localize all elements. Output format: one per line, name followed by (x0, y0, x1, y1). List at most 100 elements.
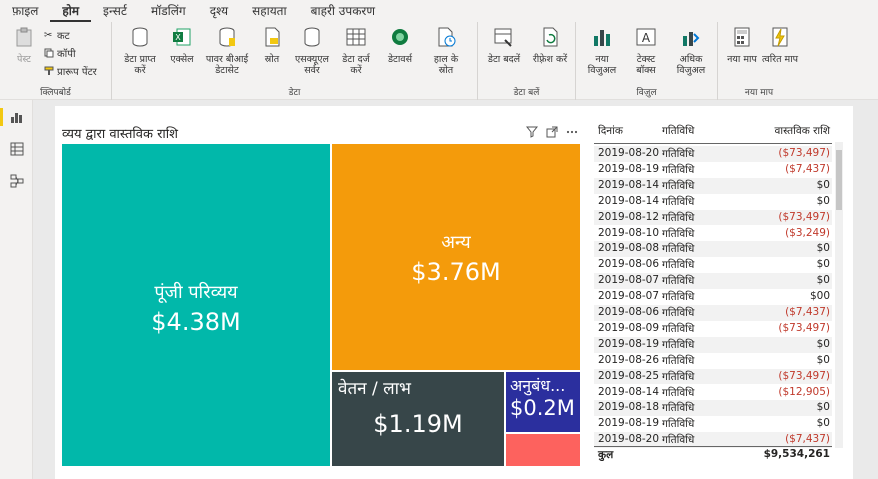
cell-activity: गतिविधि (662, 259, 695, 272)
tile-salary-benefits[interactable]: वेतन / लाभ $1.19M (332, 372, 504, 466)
table-row[interactable]: 2019-08-25 गतिविधि ($73,497) (594, 368, 832, 385)
cell-activity: गतिविधि (662, 195, 695, 208)
tab-help[interactable]: सहायता (240, 0, 299, 22)
cell-date: 2019-08-14 (598, 385, 660, 398)
dataverse-icon (392, 29, 408, 45)
text-box-button[interactable]: A टेक्स्ट बॉक्स (626, 26, 666, 76)
cell-date: 2019-08-06 (598, 306, 660, 318)
total-value: $9,534,261 (763, 448, 830, 460)
tab-file[interactable]: फ़ाइल (0, 0, 50, 22)
table-row[interactable]: 2019-08-14 गतिविधि $0 (594, 194, 832, 210)
tile-capital-outlay[interactable]: पूंजी परिव्यय $4.38M (62, 144, 330, 466)
quick-measure-button[interactable]: त्वरित माप (760, 26, 800, 65)
cell-activity: गतिविधि (662, 179, 695, 192)
source-button[interactable]: स्रोत (252, 26, 292, 65)
sql-server-icon (304, 27, 320, 47)
new-measure-button[interactable]: नया माप (722, 26, 762, 65)
table-row[interactable]: 2019-08-14 गतिविधि ($12,905) (594, 385, 832, 401)
cell-activity: गतिविधि (662, 386, 695, 399)
excel-button[interactable]: X एक्सेल (162, 26, 202, 65)
cell-activity: गतिविधि (662, 148, 695, 160)
cell-date: 2019-08-07 (598, 274, 660, 287)
tab-external-tools[interactable]: बाहरी उपकरण (299, 0, 387, 22)
focus-mode-icon[interactable] (546, 126, 558, 138)
table-visual[interactable]: दिनांक गतिविधि वास्तविक राशि 2019-08-20 ग… (594, 120, 846, 465)
cell-date: 2019-08-26 (598, 353, 660, 366)
transform-data-button[interactable]: डेटा बदलें (484, 26, 524, 65)
table-row[interactable]: 2019-08-12 गतिविधि ($73,497) (594, 209, 832, 226)
table-row[interactable]: 2019-08-18 गतिविधि $0 (594, 400, 832, 417)
cell-activity: गतिविधि (662, 307, 695, 319)
table-row[interactable]: 2019-08-06 गतिविधि ($7,437) (594, 305, 832, 321)
tile-small-category[interactable] (506, 434, 580, 466)
text-box-icon: A (636, 28, 656, 46)
pbi-dataset-button[interactable]: पावर बीआई डेटासेट (202, 26, 252, 76)
table-row[interactable]: 2019-08-09 गतिविधि ($73,497) (594, 321, 832, 337)
more-options-icon[interactable] (566, 126, 578, 138)
table-row[interactable]: 2019-08-19 गतिविधि $0 (594, 416, 832, 432)
table-row[interactable]: 2019-08-10 गतिविधि ($3,249) (594, 226, 832, 242)
cell-amount: ($73,497) (778, 321, 830, 334)
refresh-button[interactable]: रीफ़्रेश करें (530, 26, 570, 65)
cell-activity: गतिविधि (662, 322, 695, 335)
cell-activity: गतिविधि (662, 402, 695, 415)
tab-view[interactable]: दृश्य (198, 0, 240, 22)
visual-header-icons (526, 126, 578, 138)
table-row[interactable]: 2019-08-06 गतिविधि $0 (594, 257, 832, 273)
table-row[interactable]: 2019-08-07 गतिविधि $0 (594, 273, 832, 290)
recent-sources-button[interactable]: हाल के स्रोत (426, 26, 466, 76)
table-row[interactable]: 2019-08-26 गतिविधि $0 (594, 353, 832, 369)
insert-visuals-group: नया विजुअल A टेक्स्ट बॉक्स अधिक विजुअल व… (576, 22, 718, 100)
model-view-icon[interactable] (10, 174, 24, 188)
cell-activity: गतिविधि (662, 370, 695, 383)
lightning-calculator-icon (772, 27, 788, 47)
more-visuals-button[interactable]: अधिक विजुअल (668, 26, 714, 76)
column-header-activity[interactable]: गतिविधि (662, 124, 694, 138)
cell-activity: गतिविधि (662, 227, 695, 240)
svg-text:X: X (175, 33, 181, 42)
table-row[interactable]: 2019-08-08 गतिविधि $0 (594, 241, 832, 258)
column-header-date[interactable]: दिनांक (598, 124, 623, 138)
cell-date: 2019-08-09 (598, 321, 660, 334)
table-row[interactable]: 2019-08-19 गतिविधि ($7,437) (594, 162, 832, 178)
new-visual-button[interactable]: नया विजुअल (582, 26, 622, 76)
cell-date: 2019-08-08 (598, 242, 660, 255)
cell-date: 2019-08-06 (598, 258, 660, 271)
cut-button[interactable]: ✂ कट (44, 28, 70, 42)
cell-date: 2019-08-07 (598, 290, 660, 303)
ribbon: पेस्ट ✂ कट कॉपी प्रारूप पेंटर क्लिपबोर्ड (0, 22, 878, 100)
view-rail (0, 100, 33, 479)
sql-server-button[interactable]: एसक्यूएल सर्वर (290, 26, 334, 76)
treemap-visual[interactable]: व्यय द्वारा वास्तविक राशि पूंजी परिव्यय … (56, 120, 584, 472)
tab-home[interactable]: होम (50, 0, 92, 22)
tab-modeling[interactable]: मॉडलिंग (139, 0, 198, 22)
table-row[interactable]: 2019-08-14 गतिविधि $0 (594, 177, 832, 194)
report-view-icon[interactable] (10, 110, 24, 124)
table-scrollbar[interactable] (835, 142, 843, 448)
dataverse-button[interactable]: डेटावर्स (380, 26, 420, 65)
column-header-amount[interactable]: वास्तविक राशि (775, 124, 830, 138)
cell-amount: $0 (816, 417, 830, 430)
tile-contracts[interactable]: अनुबंध... $0.2M (506, 372, 580, 432)
table-row[interactable]: 2019-08-20 गतिविधि ($73,497) (594, 146, 832, 162)
transform-icon (494, 28, 512, 47)
cell-date: 2019-08-20 (598, 147, 660, 159)
table-row[interactable]: 2019-08-19 गतिविधि $0 (594, 336, 832, 353)
data-view-icon[interactable] (10, 142, 24, 156)
table-row[interactable]: 2019-08-07 गतिविधि $00 (594, 289, 832, 305)
cell-amount: $0 (816, 258, 830, 271)
treemap-title: व्यय द्वारा वास्तविक राशि (62, 127, 178, 142)
paste-button[interactable]: पेस्ट (4, 26, 44, 65)
get-data-button[interactable]: डेटा प्राप्त करें (120, 26, 160, 76)
tab-insert[interactable]: इन्सर्ट (91, 0, 139, 22)
cell-amount: $0 (816, 274, 830, 287)
format-painter-button[interactable]: प्रारूप पेंटर (44, 64, 97, 78)
tile-other[interactable]: अन्य $3.76M (332, 144, 580, 370)
cell-activity: गतिविधि (662, 243, 695, 256)
copy-button[interactable]: कॉपी (44, 46, 76, 60)
filter-icon[interactable] (526, 126, 538, 138)
enter-data-button[interactable]: डेटा दर्ज करें (336, 26, 376, 76)
queries-group: डेटा बदलें रीफ़्रेश करें डेटा बलें (478, 22, 576, 100)
clipboard-group: पेस्ट ✂ कट कॉपी प्रारूप पेंटर क्लिपबोर्ड (0, 22, 112, 100)
scrollbar-thumb[interactable] (836, 150, 842, 210)
